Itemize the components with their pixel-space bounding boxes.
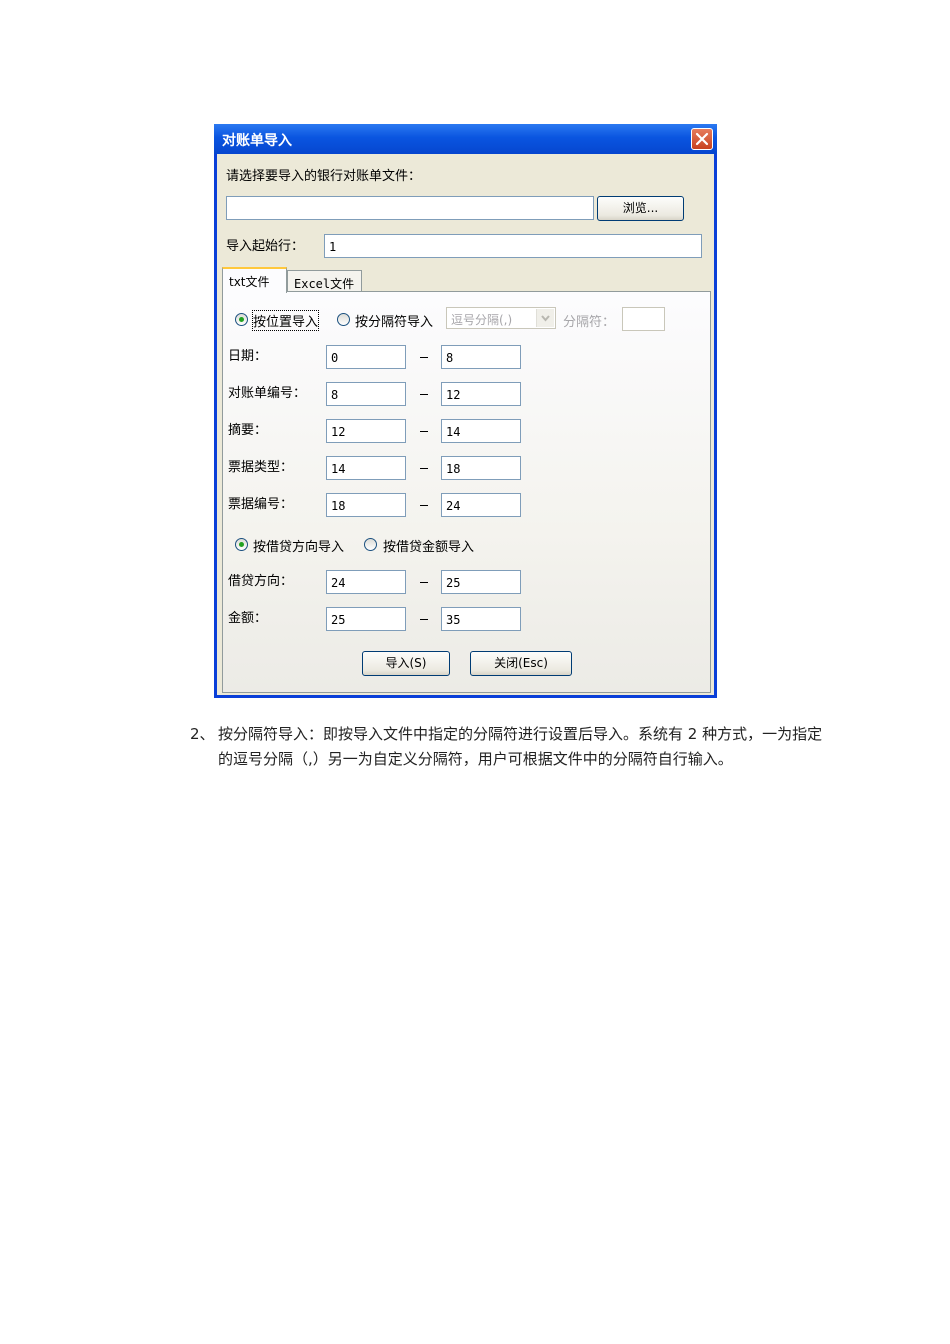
row-label-summary: 摘要：	[228, 423, 268, 438]
date-to-input[interactable]: 8	[441, 345, 521, 369]
tab-txt-file[interactable]: txt文件	[222, 267, 287, 293]
row-label-amount: 金额：	[228, 611, 268, 626]
by-position-label[interactable]: 按位置导入	[251, 310, 320, 331]
statement-no-to-input[interactable]: 12	[441, 382, 521, 406]
close-window-button[interactable]	[691, 128, 713, 150]
tab-excel-file[interactable]: Excel文件	[287, 270, 362, 292]
bill-no-to-input[interactable]: 24	[441, 493, 521, 517]
summary-from-input[interactable]: 12	[326, 419, 406, 443]
range-dash	[420, 505, 428, 506]
import-button[interactable]: 导入(S)	[362, 651, 450, 676]
row-label-bill-type: 票据类型：	[228, 460, 294, 475]
range-dash	[420, 582, 428, 583]
start-row-label: 导入起始行：	[226, 239, 305, 254]
start-row-input[interactable]: 1	[324, 234, 702, 258]
direction-to-input[interactable]: 25	[441, 570, 521, 594]
row-label-bill-no: 票据编号：	[228, 497, 294, 512]
separator-combo-value: 逗号分隔(,)	[451, 313, 513, 327]
paragraph-text: 按分隔符导入：即按导入文件中指定的分隔符进行设置后导入。系统有 2 种方式，一为…	[218, 725, 823, 768]
separator-combo[interactable]: 逗号分隔(,)	[446, 307, 556, 329]
combo-dropdown-button[interactable]	[536, 309, 554, 327]
amount-to-input[interactable]: 35	[441, 607, 521, 631]
dialog-title: 对账单导入	[222, 133, 292, 149]
import-dialog: 对账单导入 请选择要导入的银行对账单文件： 浏览... 导入起始行： 1 txt…	[214, 124, 717, 698]
row-label-statement-no: 对账单编号：	[228, 386, 307, 401]
row-label-date: 日期：	[228, 349, 268, 364]
row-label-direction: 借贷方向：	[228, 574, 294, 589]
summary-to-input[interactable]: 14	[441, 419, 521, 443]
range-dash	[420, 468, 428, 469]
radio-by-direction[interactable]	[235, 538, 248, 551]
statement-no-from-input[interactable]: 8	[326, 382, 406, 406]
separator-label: 分隔符：	[563, 315, 616, 330]
radio-by-amount[interactable]	[364, 538, 377, 551]
chevron-down-icon	[541, 315, 550, 322]
amount-from-input[interactable]: 25	[326, 607, 406, 631]
title-bar[interactable]: 对账单导入	[214, 124, 717, 154]
radio-by-separator[interactable]	[337, 313, 350, 326]
file-path-input[interactable]	[226, 196, 594, 220]
select-file-prompt: 请选择要导入的银行对账单文件：	[226, 169, 422, 184]
bill-no-from-input[interactable]: 18	[326, 493, 406, 517]
item-number: 2、	[190, 725, 215, 743]
separator-input[interactable]	[622, 307, 665, 331]
bill-type-to-input[interactable]: 18	[441, 456, 521, 480]
radio-by-position[interactable]	[235, 313, 248, 326]
range-dash	[420, 394, 428, 395]
direction-from-input[interactable]: 24	[326, 570, 406, 594]
range-dash	[420, 357, 428, 358]
bill-type-from-input[interactable]: 14	[326, 456, 406, 480]
date-from-input[interactable]: 0	[326, 345, 406, 369]
range-dash	[420, 431, 428, 432]
by-separator-label[interactable]: 按分隔符导入	[355, 311, 433, 330]
range-dash	[420, 619, 428, 620]
close-icon	[695, 132, 709, 146]
by-direction-label[interactable]: 按借贷方向导入	[253, 536, 344, 555]
browse-button[interactable]: 浏览...	[597, 196, 684, 221]
close-button[interactable]: 关闭(Esc)	[470, 651, 572, 676]
by-amount-label[interactable]: 按借贷金额导入	[383, 536, 474, 555]
